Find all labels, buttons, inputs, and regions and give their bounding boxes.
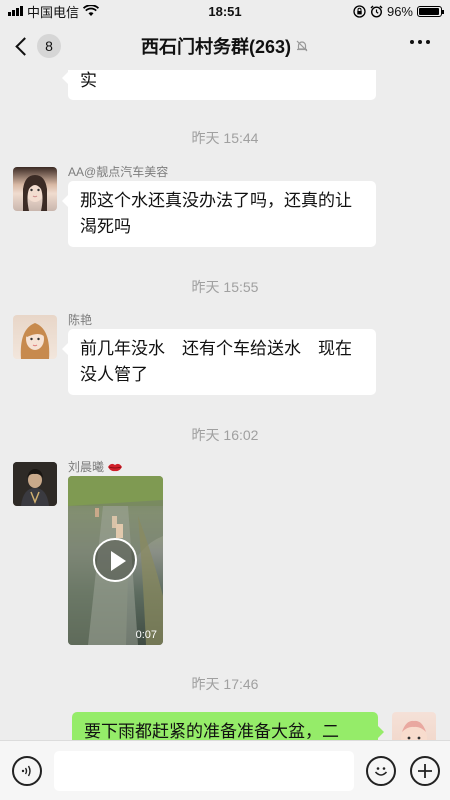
back-chevron-icon [15, 36, 34, 56]
play-icon[interactable] [93, 538, 137, 582]
avatar[interactable] [392, 712, 436, 740]
lock-rotation-icon [353, 4, 366, 18]
status-left: 中国电信 [8, 2, 100, 21]
video-message[interactable]: 0:07 [68, 476, 163, 645]
timestamp: 昨天 15:55 [191, 279, 259, 295]
timestamp: 昨天 15:44 [191, 130, 259, 146]
carrier-label: 中国电信 [27, 4, 80, 20]
status-right: 96% [353, 3, 444, 19]
plus-icon [418, 764, 432, 778]
mute-icon [296, 40, 308, 52]
message-input[interactable] [54, 751, 354, 791]
alarm-icon [370, 5, 383, 18]
chat-header: 8 西石门村务群(263) [0, 22, 450, 70]
video-duration: 0:07 [135, 629, 157, 641]
sender-row: 刘晨曦 [68, 458, 123, 475]
avatar-image [23, 175, 47, 211]
message-text: 要下雨都赶紧的准备准备大盆，二 [84, 722, 339, 740]
message-bubble[interactable]: 实 [62, 70, 376, 100]
battery-icon [417, 5, 444, 17]
voice-button[interactable] [12, 756, 42, 786]
clock: 18:51 [208, 3, 242, 19]
message-text: 前几年没水 还有个车给送水 现在没人管了 [80, 339, 352, 384]
signal-icon [8, 6, 23, 16]
emoji-icon [374, 767, 388, 776]
status-bar: 中国电信 18:51 96% [0, 0, 450, 22]
back-button[interactable]: 8 [14, 34, 61, 58]
timestamp: 昨天 17:46 [191, 676, 259, 692]
message-text: 实 [80, 71, 97, 90]
emoji-button[interactable] [366, 756, 396, 786]
lips-icon [108, 463, 123, 471]
input-bar [0, 740, 450, 800]
sender-name: 陈艳 [68, 313, 93, 327]
plus-button[interactable] [410, 756, 440, 786]
wifi-icon [83, 5, 100, 16]
avatar[interactable] [13, 167, 57, 211]
more-dots-icon[interactable] [410, 40, 430, 44]
avatar-image [401, 720, 427, 740]
avatar-image [13, 462, 57, 506]
message-text: 那这个水还真没办法了吗，还真的让渴死吗 [80, 191, 352, 236]
timestamp: 昨天 16:02 [191, 427, 259, 443]
message-bubble[interactable]: 要下雨都赶紧的准备准备大盆，二 [72, 712, 384, 740]
chat-title: 西石门村务群(263) [140, 37, 292, 57]
unread-count-badge: 8 [37, 34, 61, 58]
voice-icon [21, 765, 31, 777]
chat-area[interactable]: 实 昨天 15:44 AA@靓点汽车美容 那这个水还真没办法了吗，还真的让渴死吗… [0, 70, 450, 740]
title-wrap: 西石门村务群(263) [0, 33, 450, 59]
message-bubble[interactable]: 那这个水还真没办法了吗，还真的让渴死吗 [62, 181, 376, 247]
message-bubble[interactable]: 前几年没水 还有个车给送水 现在没人管了 [62, 329, 376, 395]
sender-name: 刘晨曦 [68, 460, 105, 474]
avatar[interactable] [13, 462, 57, 506]
avatar[interactable] [13, 315, 57, 359]
avatar-image [20, 323, 50, 359]
battery-percent: 96% [386, 3, 413, 19]
sender-name: AA@靓点汽车美容 [68, 165, 169, 179]
